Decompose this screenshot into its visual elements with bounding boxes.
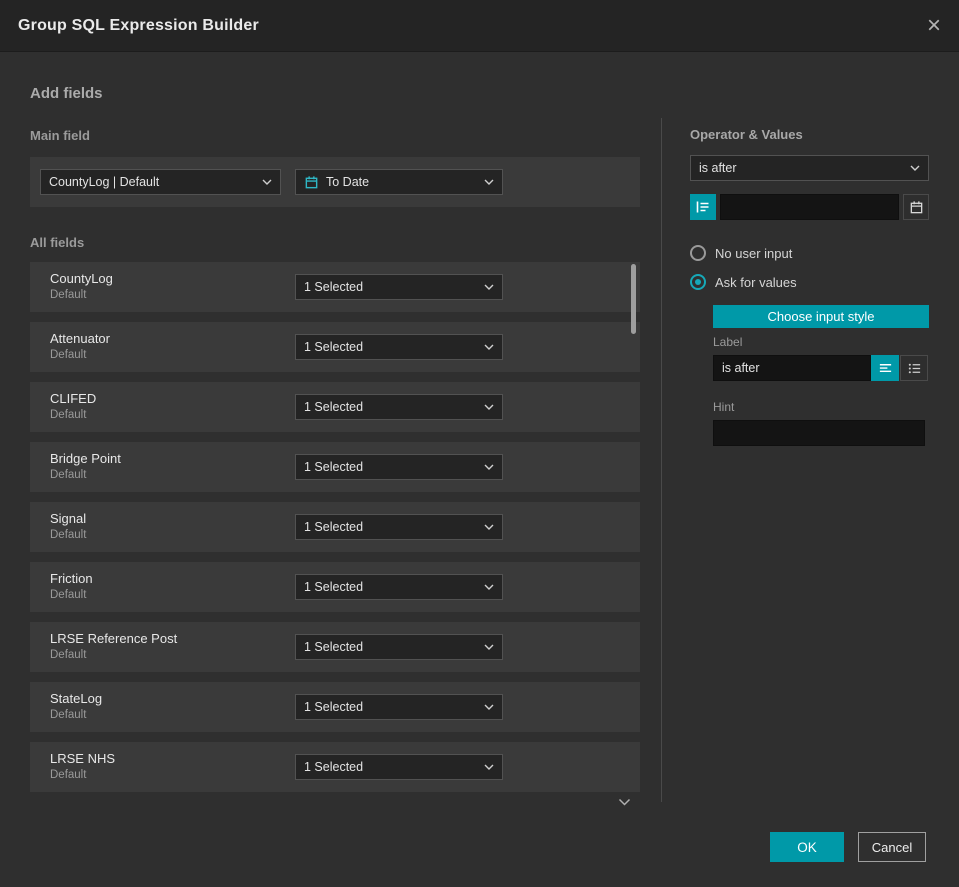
row-select-value: 1 Selected <box>304 640 364 654</box>
field-subtitle: Default <box>50 649 87 661</box>
operator-values-heading: Operator & Values <box>690 127 803 142</box>
radio-circle-icon <box>690 245 706 261</box>
calendar-icon <box>305 175 318 188</box>
field-row: Signal Default 1 Selected <box>30 502 640 552</box>
chevron-down-icon <box>484 404 494 410</box>
field-name: CountyLog <box>50 271 113 286</box>
set-value-mode-button[interactable] <box>690 194 716 220</box>
list-style-button[interactable] <box>900 355 928 381</box>
date-picker-button[interactable] <box>903 194 929 220</box>
field-subtitle: Default <box>50 529 87 541</box>
radio-ask-for-values[interactable]: Ask for values <box>690 274 797 290</box>
list-icon <box>908 363 920 373</box>
field-row: CountyLog Default 1 Selected <box>30 262 640 312</box>
row-select-value: 1 Selected <box>304 340 364 354</box>
close-icon[interactable]: × <box>927 13 941 38</box>
field-name: CLIFED <box>50 391 97 406</box>
chevron-down-icon <box>910 165 920 171</box>
chevron-down-icon <box>484 464 494 470</box>
label-input[interactable] <box>713 355 871 381</box>
field-row: Attenuator Default 1 Selected <box>30 322 640 372</box>
field-name: StateLog <box>50 691 103 706</box>
calendar-icon <box>910 200 922 213</box>
chevron-down-icon <box>484 764 494 770</box>
radio-no-user-input[interactable]: No user input <box>690 245 792 261</box>
row-attribute-select[interactable]: 1 Selected <box>295 574 503 600</box>
single-line-style-button[interactable] <box>871 355 899 381</box>
field-subtitle: Default <box>50 409 87 421</box>
label-field-label: Label <box>713 335 743 349</box>
all-fields-list: CountyLog Default 1 Selected Attenuator … <box>30 262 640 806</box>
main-field-label: Main field <box>30 128 90 143</box>
row-attribute-select[interactable]: 1 Selected <box>295 454 503 480</box>
date-field-select[interactable]: To Date <box>295 169 503 195</box>
row-select-value: 1 Selected <box>304 520 364 534</box>
chevron-down-icon <box>484 644 494 650</box>
all-fields-label: All fields <box>30 235 85 250</box>
chevron-down-icon <box>262 179 272 185</box>
input-lines-icon <box>696 201 709 213</box>
hint-input[interactable] <box>713 420 925 446</box>
chevron-down-icon <box>484 704 494 710</box>
field-row: LRSE Reference Post Default 1 Selected <box>30 622 640 672</box>
field-name: Signal <box>50 511 87 526</box>
dialog-titlebar: Group SQL Expression Builder × <box>0 0 959 52</box>
row-select-value: 1 Selected <box>304 700 364 714</box>
main-field-select-value: CountyLog | Default <box>49 175 160 189</box>
chevron-down-icon <box>484 284 494 290</box>
main-field-select[interactable]: CountyLog | Default <box>40 169 281 195</box>
field-row: Bridge Point Default 1 Selected <box>30 442 640 492</box>
field-name: Attenuator <box>50 331 110 346</box>
radio-circle-selected-icon <box>690 274 706 290</box>
field-name: Friction <box>50 571 93 586</box>
row-select-value: 1 Selected <box>304 400 364 414</box>
align-left-icon <box>879 363 891 372</box>
field-subtitle: Default <box>50 349 87 361</box>
vertical-divider <box>661 118 662 802</box>
main-field-panel: CountyLog | Default To Date <box>30 157 640 207</box>
cancel-button[interactable]: Cancel <box>858 832 926 862</box>
ok-button[interactable]: OK <box>770 832 844 862</box>
operator-select-value: is after <box>699 161 737 175</box>
field-subtitle: Default <box>50 469 87 481</box>
chevron-down-icon <box>484 584 494 590</box>
row-attribute-select[interactable]: 1 Selected <box>295 334 503 360</box>
scrollbar-thumb[interactable] <box>631 264 636 334</box>
field-subtitle: Default <box>50 289 87 301</box>
choose-input-style-button[interactable]: Choose input style <box>713 305 929 328</box>
field-row: StateLog Default 1 Selected <box>30 682 640 732</box>
field-row: CLIFED Default 1 Selected <box>30 382 640 432</box>
field-name: Bridge Point <box>50 451 121 466</box>
row-select-value: 1 Selected <box>304 760 364 774</box>
row-attribute-select[interactable]: 1 Selected <box>295 634 503 660</box>
field-subtitle: Default <box>50 709 87 721</box>
field-name: LRSE NHS <box>50 751 116 766</box>
chevron-down-icon <box>484 179 494 185</box>
add-fields-heading: Add fields <box>30 85 103 102</box>
dialog-title: Group SQL Expression Builder <box>18 16 259 34</box>
value-input[interactable] <box>720 194 899 220</box>
field-name: LRSE Reference Post <box>50 631 178 646</box>
field-subtitle: Default <box>50 769 87 781</box>
scroll-more-chevron-icon[interactable] <box>618 793 631 811</box>
row-attribute-select[interactable]: 1 Selected <box>295 514 503 540</box>
chevron-down-icon <box>484 344 494 350</box>
operator-select[interactable]: is after <box>690 155 929 181</box>
row-select-value: 1 Selected <box>304 460 364 474</box>
radio-label: No user input <box>715 245 793 261</box>
row-attribute-select[interactable]: 1 Selected <box>295 274 503 300</box>
field-row: Friction Default 1 Selected <box>30 562 640 612</box>
chevron-down-icon <box>484 524 494 530</box>
radio-label: Ask for values <box>715 274 797 290</box>
date-field-select-value: To Date <box>326 175 370 189</box>
row-select-value: 1 Selected <box>304 580 364 594</box>
field-row: LRSE NHS Default 1 Selected <box>30 742 640 792</box>
row-select-value: 1 Selected <box>304 280 364 294</box>
field-subtitle: Default <box>50 589 87 601</box>
row-attribute-select[interactable]: 1 Selected <box>295 754 503 780</box>
hint-field-label: Hint <box>713 400 735 414</box>
row-attribute-select[interactable]: 1 Selected <box>295 394 503 420</box>
row-attribute-select[interactable]: 1 Selected <box>295 694 503 720</box>
